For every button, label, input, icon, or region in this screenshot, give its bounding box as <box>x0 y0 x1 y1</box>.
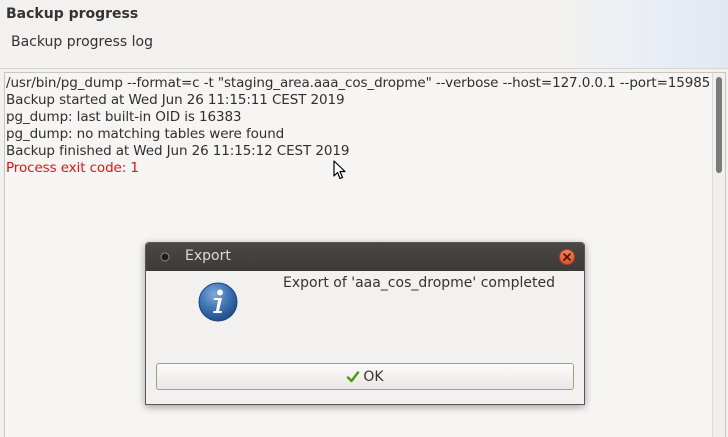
scrollbar-thumb[interactable] <box>716 77 722 173</box>
dialog-titlebar[interactable]: Export <box>146 243 584 271</box>
ok-button-label: OK <box>363 368 384 385</box>
wizard-header: Backup progress Backup progress log <box>0 0 728 69</box>
checkmark-icon <box>347 370 360 382</box>
close-icon[interactable] <box>559 249 575 265</box>
log-line: /usr/bin/pg_dump --format=c -t "staging_… <box>6 75 709 91</box>
ok-button[interactable]: OK <box>156 363 574 390</box>
export-dialog: Export Export of 'aaa_cos_dropme' comple… <box>145 242 585 405</box>
dialog-title: Export <box>185 248 231 264</box>
log-line: Backup finished at Wed Jun 26 11:15:12 C… <box>6 143 350 159</box>
page-subtitle: Backup progress log <box>11 34 153 50</box>
info-icon <box>198 282 238 322</box>
log-lines: /usr/bin/pg_dump --format=c -t "staging_… <box>6 75 709 177</box>
log-error-line: Process exit code: 1 <box>6 160 139 176</box>
log-line: pg_dump: no matching tables were found <box>6 126 285 142</box>
log-line: Backup started at Wed Jun 26 11:15:11 CE… <box>6 92 345 108</box>
log-line: pg_dump: last built-in OID is 16383 <box>6 109 242 125</box>
page-title: Backup progress <box>6 6 139 22</box>
mouse-cursor-icon <box>333 160 346 180</box>
dialog-message: Export of 'aaa_cos_dropme' completed <box>283 275 555 291</box>
log-scrollbar[interactable] <box>712 73 725 437</box>
window-menu-icon[interactable] <box>160 252 170 262</box>
